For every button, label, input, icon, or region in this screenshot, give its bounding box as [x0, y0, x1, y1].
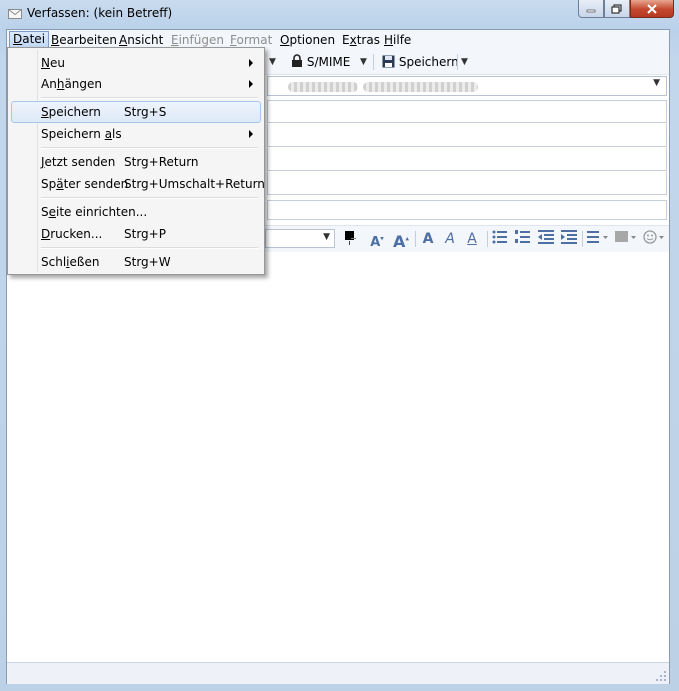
menu-bearbeiten[interactable]: Bearbeiten — [51, 32, 117, 48]
recipient-field[interactable] — [267, 148, 667, 171]
font-select[interactable]: ▼ — [265, 229, 335, 248]
menu-item-spaeter-senden[interactable]: Später senden Strg+Umschalt+Return — [11, 173, 265, 195]
menu-item-seite-einrichten[interactable]: Seite einrichten... — [11, 201, 261, 223]
recipient-field[interactable] — [267, 172, 667, 195]
recipient-field[interactable] — [267, 100, 667, 123]
maximize-button[interactable] — [604, 0, 630, 18]
chevron-down-icon: ▼ — [653, 78, 660, 88]
window-frame: Verfassen: (kein Betreff) Datei Bearbeit… — [0, 0, 679, 691]
numbered-list-icon — [515, 230, 530, 243]
bold-icon: A — [422, 231, 434, 247]
menu-item-neu[interactable]: Neu — [11, 52, 261, 74]
blurred-sender-address — [363, 82, 478, 92]
italic-button[interactable]: A — [442, 230, 458, 248]
toolbar-separator — [373, 54, 374, 70]
minimize-button[interactable] — [578, 0, 604, 18]
menu-separator — [41, 247, 258, 249]
menu-separator — [41, 197, 258, 199]
dropdown-arrow-icon[interactable]: ▼ — [269, 53, 276, 71]
restore-icon — [611, 3, 622, 14]
smime-dropdown-icon[interactable]: ▼ — [360, 53, 367, 71]
indent-button[interactable] — [560, 230, 578, 248]
menu-format[interactable]: Format — [230, 32, 272, 48]
save-button[interactable]: Speichern — [382, 53, 459, 71]
file-menu-dropdown: Neu Anhängen Speichern Strg+S Speichern … — [7, 47, 265, 275]
close-icon — [647, 3, 657, 14]
menu-shortcut: Strg+Return — [124, 155, 199, 169]
caption-buttons — [578, 0, 674, 20]
minimize-icon — [586, 9, 596, 12]
message-body-editor[interactable] — [7, 252, 669, 660]
image-icon — [615, 231, 636, 242]
subject-input[interactable] — [267, 200, 667, 220]
submenu-arrow-icon — [249, 59, 253, 67]
compose-envelope-icon — [8, 9, 22, 19]
blurred-sender-name — [288, 82, 358, 92]
chevron-down-icon: ▼ — [323, 232, 330, 242]
floppy-disk-icon — [382, 55, 395, 68]
numbered-list-button[interactable] — [514, 230, 532, 248]
close-button[interactable] — [630, 0, 674, 18]
submenu-arrow-icon — [249, 80, 253, 88]
toolbar-separator — [457, 54, 458, 70]
menu-separator — [41, 147, 258, 149]
menu-item-anhaengen[interactable]: Anhängen — [11, 73, 261, 95]
smiley-icon — [643, 230, 664, 244]
menu-extras[interactable]: Extras — [342, 32, 380, 48]
align-button[interactable] — [586, 230, 610, 248]
menu-item-schliessen[interactable]: Schließen Strg+W — [11, 251, 261, 273]
lock-icon — [292, 54, 302, 67]
align-left-icon — [587, 231, 608, 243]
from-select[interactable]: ▼ — [267, 76, 667, 96]
resize-grip-icon[interactable] — [656, 671, 666, 681]
save-label: Speichern — [398, 55, 459, 69]
menu-shortcut: Strg+Umschalt+Return — [124, 177, 265, 191]
menu-shortcut: Strg+W — [124, 255, 171, 269]
menu-item-drucken[interactable]: Drucken... Strg+P — [11, 223, 261, 245]
recipient-field[interactable] — [267, 124, 667, 147]
smime-label: S/MIME — [306, 55, 351, 69]
text-color-icon — [345, 231, 356, 245]
toolbar-separator — [487, 231, 488, 247]
increase-font-button[interactable]: A▴ — [392, 230, 410, 252]
outdent-button[interactable] — [537, 230, 555, 248]
italic-icon: A — [445, 231, 455, 247]
bullet-list-icon — [492, 230, 507, 244]
menu-item-jetzt-senden[interactable]: Jetzt senden Strg+Return — [11, 151, 261, 173]
menu-ansicht[interactable]: Ansicht — [119, 32, 163, 48]
insert-image-button[interactable] — [614, 230, 638, 248]
menu-optionen[interactable]: Optionen — [280, 32, 335, 48]
title-bar: Verfassen: (kein Betreff) — [0, 0, 679, 28]
menu-shortcut: Strg+S — [124, 105, 167, 119]
decrease-font-button[interactable]: A▾ — [369, 230, 385, 251]
menu-shortcut: Strg+P — [124, 227, 166, 241]
window-title: Verfassen: (kein Betreff) — [27, 6, 173, 20]
menu-einfuegen[interactable]: Einfügen — [171, 32, 224, 48]
outdent-icon — [538, 230, 554, 244]
insert-smiley-button[interactable] — [642, 230, 666, 248]
menu-item-speichern[interactable]: Speichern Strg+S — [11, 101, 261, 123]
indent-icon — [561, 230, 577, 244]
menu-item-speichern-als[interactable]: Speichern als — [11, 123, 261, 145]
text-color-button[interactable] — [343, 230, 357, 248]
menu-datei[interactable]: Datei — [9, 31, 50, 48]
bullet-list-button[interactable] — [491, 230, 509, 248]
smime-button[interactable]: S/MIME — [291, 53, 350, 71]
font-smaller-icon: A▾ — [370, 235, 384, 251]
menu-separator — [41, 97, 258, 99]
underline-button[interactable]: A — [464, 230, 480, 248]
submenu-arrow-icon — [249, 130, 253, 138]
status-bar — [7, 662, 669, 684]
bold-button[interactable]: A — [420, 230, 436, 248]
toolbar-separator — [582, 231, 583, 247]
toolbar-separator — [415, 231, 416, 247]
underline-icon: A — [467, 231, 477, 247]
menu-hilfe[interactable]: Hilfe — [384, 32, 411, 48]
font-larger-icon: A▴ — [393, 232, 409, 252]
save-dropdown-icon[interactable]: ▼ — [461, 53, 468, 71]
